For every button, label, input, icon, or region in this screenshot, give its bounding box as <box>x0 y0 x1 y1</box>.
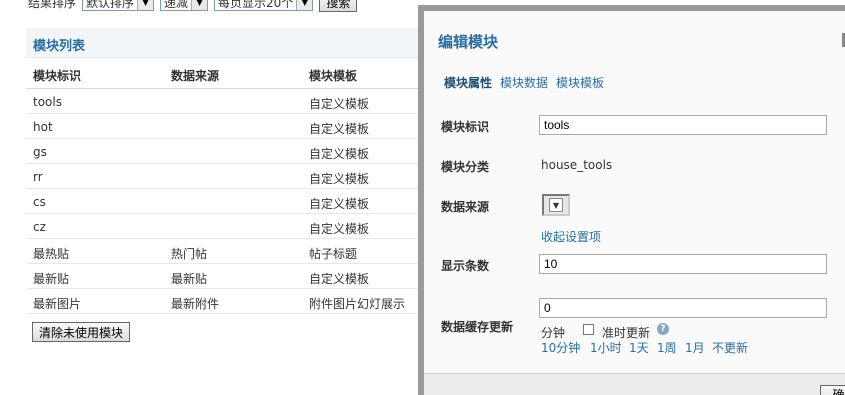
tab-module-template[interactable]: 模块模板 <box>556 74 604 91</box>
column-header: 模块模板 <box>309 69 358 83</box>
clear-unused-modules-button[interactable]: 清除未使用模块 <box>32 322 131 342</box>
dialog-tabs: 模块属性 模块数据 模块模板 <box>444 74 604 91</box>
table-header-row: 模块标识 数据来源 模块模板 <box>26 61 420 89</box>
tab-module-data[interactable]: 模块数据 <box>500 74 548 91</box>
dialog-title: 编辑模块 <box>438 33 499 51</box>
module-id-label: 模块标识 <box>441 120 490 134</box>
module-id: 最新贴 <box>33 272 70 286</box>
module-template: 帖子标题 <box>309 247 358 261</box>
sort-label: 结果排序 <box>28 0 77 10</box>
table-row[interactable]: tools 自定义模板 <box>26 89 420 114</box>
cache-option-10min[interactable]: 10分钟 <box>541 339 580 356</box>
edit-module-dialog: 编辑模块 ✕ 模块属性 模块数据 模块模板 模块标识 模块分类 house_to… <box>418 5 845 395</box>
cache-option-1day[interactable]: 1天 <box>629 339 649 356</box>
data-source-label: 数据来源 <box>441 200 490 214</box>
module-id: gs <box>33 145 47 159</box>
chevron-down-icon: ▼ <box>191 0 208 10</box>
module-id: hot <box>33 120 53 134</box>
module-template: 附件图片幻灯展示 <box>309 297 406 311</box>
display-count-input[interactable] <box>539 254 827 274</box>
table-row[interactable]: cz 自定义模板 <box>26 214 420 239</box>
module-source: 最新贴 <box>171 272 208 286</box>
module-source: 最新附件 <box>171 297 220 311</box>
module-id: tools <box>33 95 62 109</box>
module-id: 最热贴 <box>33 247 70 261</box>
module-template: 自定义模板 <box>309 97 370 111</box>
table-row[interactable]: 最新贴 最新贴 自定义模板 <box>26 264 420 289</box>
column-header: 数据来源 <box>171 69 220 83</box>
collapse-settings-link[interactable]: 收起设置项 <box>541 228 601 245</box>
cache-update-label: 数据缓存更新 <box>441 320 514 334</box>
data-source-select[interactable]: ▼ <box>542 194 570 216</box>
module-template: 自定义模板 <box>309 222 370 236</box>
perpage-select[interactable]: 每页显示20个 ▼ <box>214 0 314 11</box>
table-row[interactable]: 最新图片 最新附件 附件图片幻灯展示 <box>26 289 420 314</box>
column-header: 模块标识 <box>33 69 82 83</box>
table-row[interactable]: hot 自定义模板 <box>26 114 420 139</box>
cache-option-1week[interactable]: 1周 <box>657 339 677 356</box>
cache-update-input[interactable] <box>539 298 827 318</box>
table-row[interactable]: rr 自定义模板 <box>26 164 420 189</box>
module-template: 自定义模板 <box>309 272 370 286</box>
cache-option-1hour[interactable]: 1小时 <box>590 339 622 356</box>
chevron-down-icon: ▼ <box>296 0 313 10</box>
module-category-label: 模块分类 <box>441 160 490 174</box>
help-icon[interactable]: ? <box>657 323 669 335</box>
perpage-select-value: 每页显示20个 <box>218 0 294 10</box>
module-id: 最新图片 <box>33 297 82 311</box>
sort-select-value: 默认排序 <box>86 0 135 10</box>
module-list-header: 模块列表 <box>26 28 420 58</box>
cache-option-1month[interactable]: 1月 <box>685 339 705 356</box>
module-template: 自定义模板 <box>309 147 370 161</box>
module-template: 自定义模板 <box>309 122 370 136</box>
table-row[interactable]: cs 自定义模板 <box>26 189 420 214</box>
cache-option-never[interactable]: 不更新 <box>712 339 748 356</box>
confirm-button[interactable]: 确定 <box>820 385 845 395</box>
module-list-title: 模块列表 <box>33 39 86 54</box>
module-id: cz <box>33 220 46 234</box>
module-template: 自定义模板 <box>309 172 370 186</box>
table-row[interactable]: gs 自定义模板 <box>26 139 420 164</box>
table-row[interactable]: 最热贴 热门帖 帖子标题 <box>26 239 420 264</box>
display-count-label: 显示条数 <box>441 259 490 273</box>
tab-module-properties[interactable]: 模块属性 <box>444 74 492 91</box>
module-id-input[interactable] <box>539 115 827 135</box>
order-select-value: 递减 <box>164 0 189 10</box>
dialog-footer <box>424 373 845 395</box>
module-table: 模块标识 数据来源 模块模板 tools 自定义模板 hot 自定义模板 gs … <box>26 61 420 314</box>
search-button[interactable]: 搜索 <box>319 0 358 12</box>
chevron-down-icon: ▼ <box>549 198 563 212</box>
module-category-value: house_tools <box>541 158 613 172</box>
module-id: cs <box>33 195 46 209</box>
order-select[interactable]: 递减 ▼ <box>160 0 209 11</box>
sort-select[interactable]: 默认排序 ▼ <box>82 0 155 11</box>
ontime-update-checkbox[interactable] <box>583 324 594 335</box>
module-id: rr <box>33 170 43 184</box>
module-template: 自定义模板 <box>309 197 370 211</box>
chevron-down-icon: ▼ <box>137 0 154 10</box>
filter-toolbar: 结果排序 默认排序 ▼ 递减 ▼ 每页显示20个 ▼ 搜索 <box>0 0 420 13</box>
module-source: 热门帖 <box>171 247 208 261</box>
